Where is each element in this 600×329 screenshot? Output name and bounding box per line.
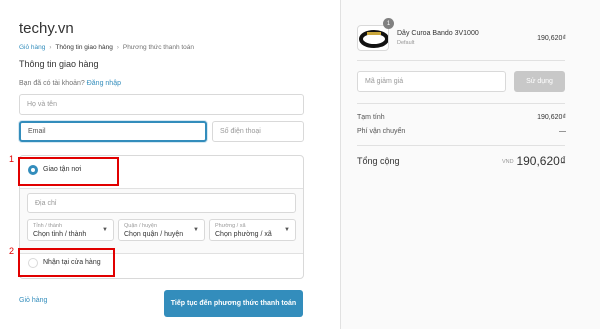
full-name-field[interactable]: Họ và tên: [19, 94, 304, 115]
ward-select-value: Chọn phường / xã: [215, 231, 272, 238]
belt-image-icon: [359, 30, 388, 48]
subtotal-label: Tạm tính: [357, 114, 385, 121]
province-select-value: Chọn tỉnh / thành: [33, 231, 87, 238]
divider: [357, 60, 565, 61]
divider: [357, 103, 565, 104]
chevron-down-icon: ▼: [102, 227, 108, 233]
product-price: 190,620₫: [537, 35, 566, 42]
shipping-fee-label: Phí vận chuyển: [357, 128, 406, 135]
total-label: Tổng cộng: [357, 156, 400, 166]
annotation-number-2: 2: [9, 246, 15, 256]
address-field[interactable]: Địa chỉ: [27, 193, 296, 213]
product-thumbnail: [357, 25, 389, 51]
total-currency: VND: [502, 159, 514, 165]
discount-code-input[interactable]: Mã giảm giá: [357, 71, 506, 92]
district-select[interactable]: Quận / huyện Chọn quận / huyện ▼: [118, 219, 205, 241]
breadcrumb-shipping-info: Thông tin giao hàng: [55, 44, 113, 51]
quantity-badge: 1: [383, 18, 394, 29]
divider: [357, 145, 565, 146]
province-select[interactable]: Tỉnh / thành Chọn tỉnh / thành ▼: [27, 219, 114, 241]
annotation-box-2: [18, 248, 115, 277]
ward-select-label: Phường / xã: [215, 223, 246, 229]
chevron-right-icon: ›: [116, 44, 119, 51]
subtotal-value: 190,620₫: [537, 114, 566, 121]
phone-field[interactable]: Số điện thoại: [212, 121, 304, 142]
back-to-cart-link[interactable]: Giỏ hàng: [19, 297, 47, 304]
login-prompt: Bạn đã có tài khoản? Đăng nhập: [19, 80, 121, 87]
product-variant: Default: [397, 40, 415, 46]
annotation-box-1: [18, 157, 119, 186]
page-title: Thông tin giao hàng: [19, 59, 99, 69]
chevron-down-icon: ▼: [284, 227, 290, 233]
breadcrumb-payment-method: Phương thức thanh toán: [122, 44, 195, 51]
continue-to-payment-button[interactable]: Tiếp tục đến phương thức thanh toán: [164, 290, 303, 317]
store-logo[interactable]: techy.vn: [19, 20, 74, 37]
apply-discount-button[interactable]: Sử dụng: [514, 71, 565, 92]
chevron-right-icon: ›: [49, 44, 52, 51]
district-select-label: Quận / huyện: [124, 223, 158, 229]
product-name: Dây Curoa Bando 3V1000: [397, 30, 479, 37]
login-link[interactable]: Đăng nhập: [87, 80, 121, 87]
shipping-fee-value: —: [559, 128, 566, 135]
ward-select[interactable]: Phường / xã Chọn phường / xã ▼: [209, 219, 296, 241]
province-select-label: Tỉnh / thành: [33, 223, 63, 229]
login-prompt-text: Bạn đã có tài khoản?: [19, 80, 85, 87]
annotation-number-1: 1: [9, 154, 15, 164]
total-value: 190,620₫: [516, 154, 566, 168]
district-select-value: Chọn quận / huyện: [124, 231, 184, 238]
breadcrumb: Giỏ hàng › Thông tin giao hàng › Phương …: [19, 44, 194, 51]
chevron-down-icon: ▼: [193, 227, 199, 233]
breadcrumb-cart[interactable]: Giỏ hàng: [19, 44, 45, 51]
email-field[interactable]: Email: [19, 121, 207, 142]
